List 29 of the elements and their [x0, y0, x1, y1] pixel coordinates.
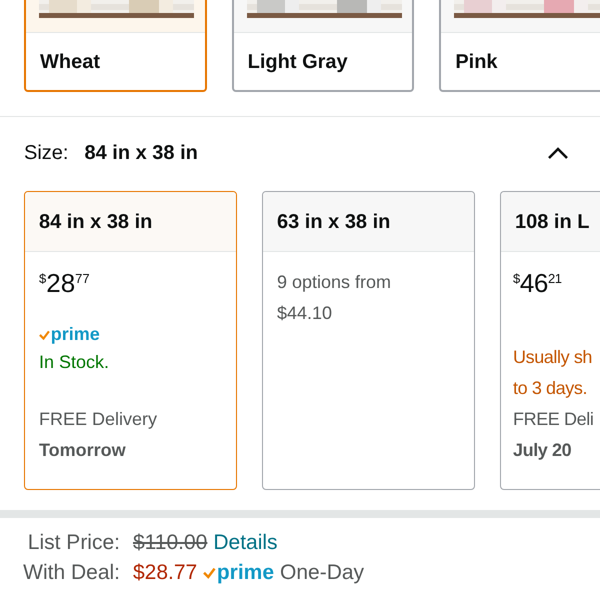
color-name: Light Gray: [248, 51, 348, 73]
chevron-icon[interactable]: [546, 145, 570, 161]
size-title: 84 in x 38 in: [39, 210, 152, 234]
color-name: Wheat: [40, 51, 100, 73]
details-link[interactable]: Details: [213, 528, 278, 558]
size-title: 63 in x 38 in: [277, 210, 390, 234]
color-name: Pink: [455, 51, 498, 73]
delivery-date: July 20: [513, 439, 572, 462]
size-option[interactable]: 63 in x 38 in 9 options from $44.10: [262, 191, 475, 490]
list-price: $110.00: [133, 530, 208, 556]
availability-text: In Stock.: [39, 351, 110, 374]
availability-text: to 3 days.: [513, 377, 588, 400]
prime-logo: prime: [39, 323, 100, 345]
prime-logo: prime: [203, 558, 274, 588]
color-option[interactable]: Pink: [439, 0, 600, 92]
list-price-label: List Price:: [26, 530, 120, 556]
size-value: 84 in x 38 in: [84, 141, 198, 166]
availability-text: Usually sh: [513, 346, 594, 369]
deal-price: $28.77: [133, 560, 198, 586]
size-title: 108 in L: [515, 210, 590, 234]
options-text: 9 options from $44.10: [277, 271, 392, 325]
delivery-label: FREE Deli: [513, 408, 594, 431]
deal-label: With Deal:: [22, 560, 120, 586]
size-label: Size:: [24, 141, 68, 166]
delivery-label: FREE Delivery: [39, 408, 158, 431]
shipping-speed: One-Day: [280, 560, 364, 586]
color-option[interactable]: Wheat: [24, 0, 207, 92]
color-option[interactable]: Light Gray: [232, 0, 414, 92]
delivery-date: Tomorrow: [39, 439, 127, 462]
